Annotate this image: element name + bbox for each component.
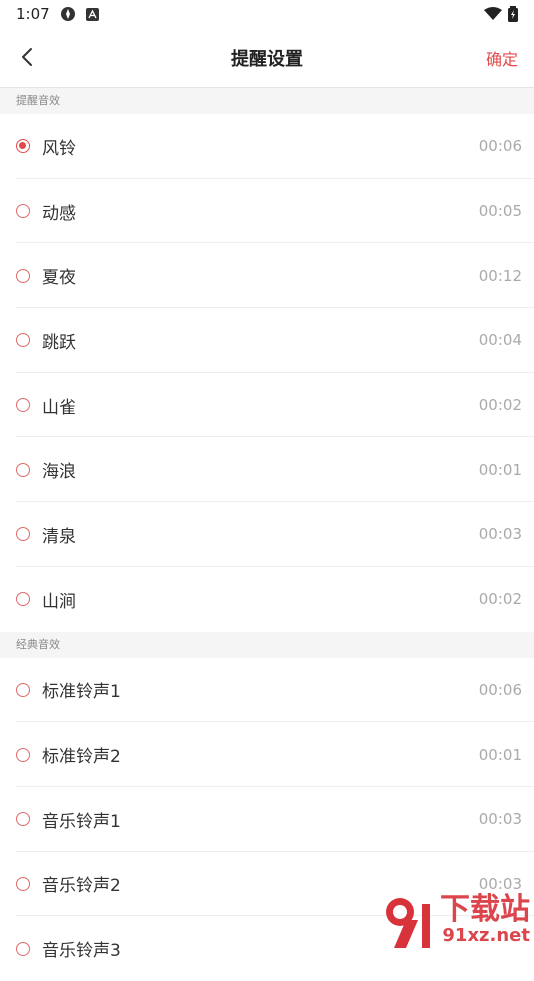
battery-icon (508, 6, 518, 22)
status-time: 1:07 (16, 5, 50, 23)
item-label: 山雀 (42, 397, 76, 418)
radio-icon[interactable] (16, 268, 30, 283)
wifi-icon (484, 7, 502, 20)
back-button[interactable] (12, 42, 42, 72)
nav-bar: 提醒设置 确定 (0, 28, 534, 88)
chevron-left-icon (22, 48, 32, 66)
watermark-text: 下载站 91xz.net (440, 894, 534, 950)
list-item[interactable]: 动感 00:05 (0, 179, 534, 244)
list-item[interactable]: 标准铃声2 00:01 (0, 722, 534, 787)
list-item[interactable]: 夏夜 00:12 (0, 243, 534, 308)
list-item[interactable]: 风铃 00:06 (0, 114, 534, 179)
watermark-title: 下载站 (440, 892, 530, 927)
settings-icon (60, 7, 75, 21)
sound-list: 提醒音效 风铃 00:06 动感 00:05 夏夜 00:12 跳跃 00:04… (0, 88, 534, 981)
item-duration: 00:01 (478, 745, 522, 764)
item-duration: 00:02 (478, 590, 522, 609)
status-right (484, 6, 518, 22)
item-duration: 00:04 (478, 331, 522, 350)
watermark-logo-icon (386, 898, 430, 948)
item-duration: 00:03 (478, 810, 522, 829)
confirm-button[interactable]: 确定 (486, 46, 518, 70)
item-label: 标准铃声1 (42, 682, 121, 703)
watermark-url: 91xz.net (442, 925, 530, 946)
item-label: 清泉 (42, 526, 76, 547)
item-duration: 00:06 (478, 137, 522, 156)
list-item[interactable]: 标准铃声1 00:06 (0, 658, 534, 723)
radio-icon[interactable] (16, 747, 30, 762)
status-bar: 1:07 (0, 0, 534, 28)
item-label: 山涧 (42, 591, 76, 612)
radio-icon[interactable] (16, 398, 30, 413)
radio-icon[interactable] (16, 876, 30, 891)
item-label: 风铃 (42, 138, 76, 159)
radio-icon[interactable] (16, 812, 30, 827)
watermark: 下载站 91xz.net (359, 886, 534, 950)
radio-icon[interactable] (16, 204, 30, 219)
item-label: 海浪 (42, 462, 76, 483)
list-item[interactable]: 海浪 00:01 (0, 437, 534, 502)
item-duration: 00:05 (478, 202, 522, 221)
section-header: 经典音效 (0, 631, 534, 658)
font-icon (85, 7, 99, 21)
radio-icon[interactable] (16, 333, 30, 348)
item-duration: 00:03 (478, 525, 522, 544)
item-duration: 00:01 (478, 460, 522, 479)
item-duration: 00:02 (478, 396, 522, 415)
item-label: 动感 (42, 203, 76, 224)
status-left: 1:07 (16, 5, 99, 23)
radio-icon[interactable] (16, 592, 30, 607)
section-header: 提醒音效 (0, 88, 534, 114)
list-item[interactable]: 山涧 00:02 (0, 567, 534, 632)
list-item[interactable]: 音乐铃声1 00:03 (0, 787, 534, 852)
item-duration: 00:12 (478, 266, 522, 285)
radio-icon[interactable] (16, 682, 30, 697)
radio-icon[interactable] (16, 462, 30, 477)
item-label: 跳跃 (42, 332, 76, 353)
radio-checked-icon[interactable] (16, 139, 30, 154)
page-title: 提醒设置 (231, 48, 303, 70)
list-item[interactable]: 山雀 00:02 (0, 373, 534, 438)
list-item[interactable]: 跳跃 00:04 (0, 308, 534, 373)
item-label: 标准铃声2 (42, 747, 121, 768)
item-duration: 00:06 (478, 680, 522, 699)
item-label: 音乐铃声1 (42, 811, 121, 832)
list-item[interactable]: 清泉 00:03 (0, 502, 534, 567)
radio-icon[interactable] (16, 941, 30, 956)
item-label: 夏夜 (42, 268, 76, 289)
radio-icon[interactable] (16, 527, 30, 542)
